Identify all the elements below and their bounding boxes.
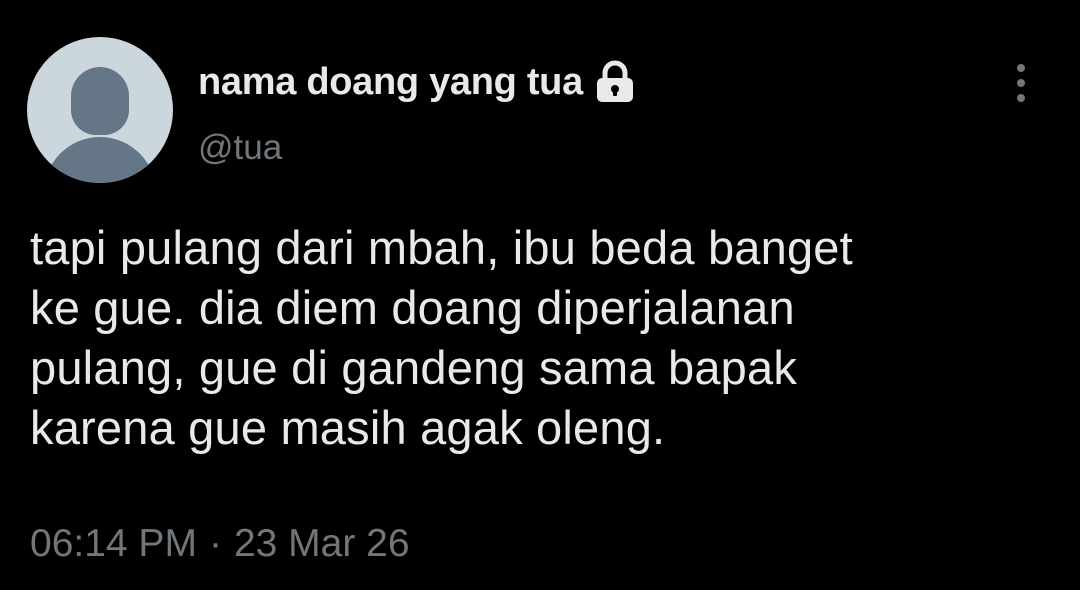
avatar-head-shape (71, 67, 129, 135)
tweet-text-line: pulang, gue di gandeng sama bapak (30, 341, 798, 394)
avatar[interactable] (27, 37, 173, 183)
lock-icon (591, 60, 639, 104)
meta-separator: · (208, 522, 222, 565)
tweet-date: 23 Mar 26 (233, 522, 410, 565)
display-name-row: nama doang yang tua (198, 58, 639, 106)
more-vertical-icon[interactable] (1006, 62, 1036, 106)
tweet-timestamp[interactable]: 06:14 PM · 23 Mar 26 (30, 522, 410, 566)
display-name[interactable]: nama doang yang tua (198, 61, 583, 104)
tweet-text-line: ke gue. dia diem doang diperjalanan (30, 281, 795, 334)
tweet-text-line: tapi pulang dari mbah, ibu beda banget (30, 221, 853, 274)
avatar-body-shape (44, 137, 156, 183)
tweet-time: 06:14 PM (30, 522, 197, 565)
tweet-text: tapi pulang dari mbah, ibu beda banget k… (30, 218, 1060, 458)
user-handle[interactable]: @tua (198, 128, 282, 168)
tweet-card: nama doang yang tua @tua tapi pulang dar… (0, 0, 1080, 590)
tweet-text-line: karena gue masih agak oleng. (30, 401, 666, 454)
